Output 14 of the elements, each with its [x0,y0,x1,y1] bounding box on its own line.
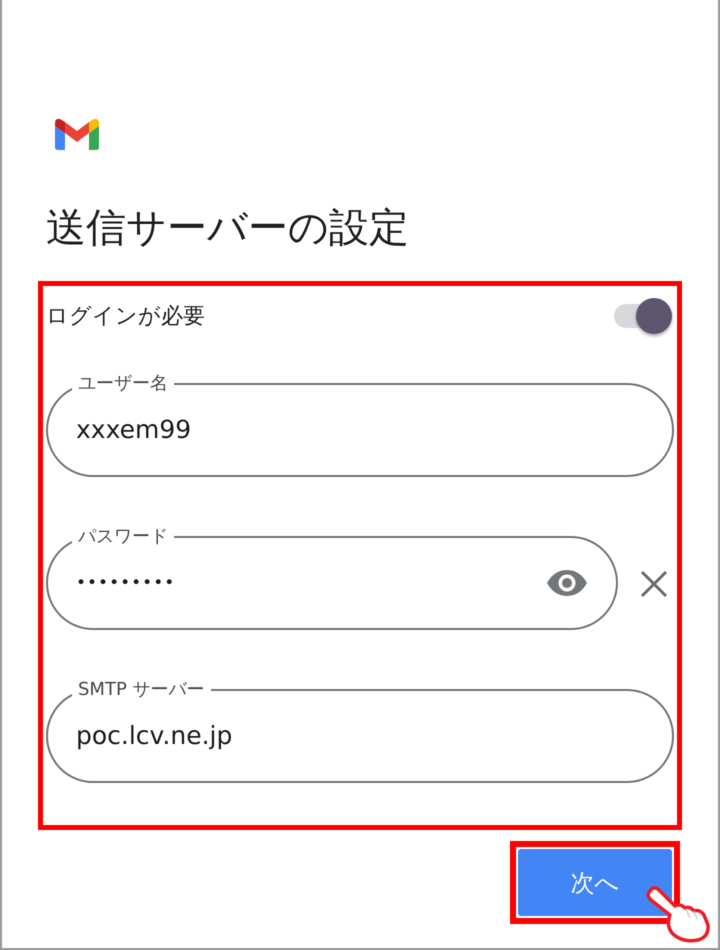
mail-logo-icon [55,118,99,150]
field-label: ユーザー名 [77,372,169,396]
field-value[interactable]: xxxem99 [76,415,192,444]
close-icon[interactable] [640,570,668,598]
field-label: SMTP サーバー [77,678,206,702]
show-password-icon[interactable] [546,568,588,596]
field-value[interactable]: poc.lcv.ne.jp [76,721,232,750]
field-label: パスワード [77,525,169,549]
field-value[interactable]: ••••••••• [76,572,176,592]
page-title: 送信サーバーの設定 [46,205,410,251]
toggle-label: ログインが必要 [46,303,205,331]
input-field[interactable]: ユーザー名 xxxem99 [46,372,674,477]
next-button[interactable]: 次へ [518,849,672,916]
toggle-switch[interactable] [612,296,674,336]
